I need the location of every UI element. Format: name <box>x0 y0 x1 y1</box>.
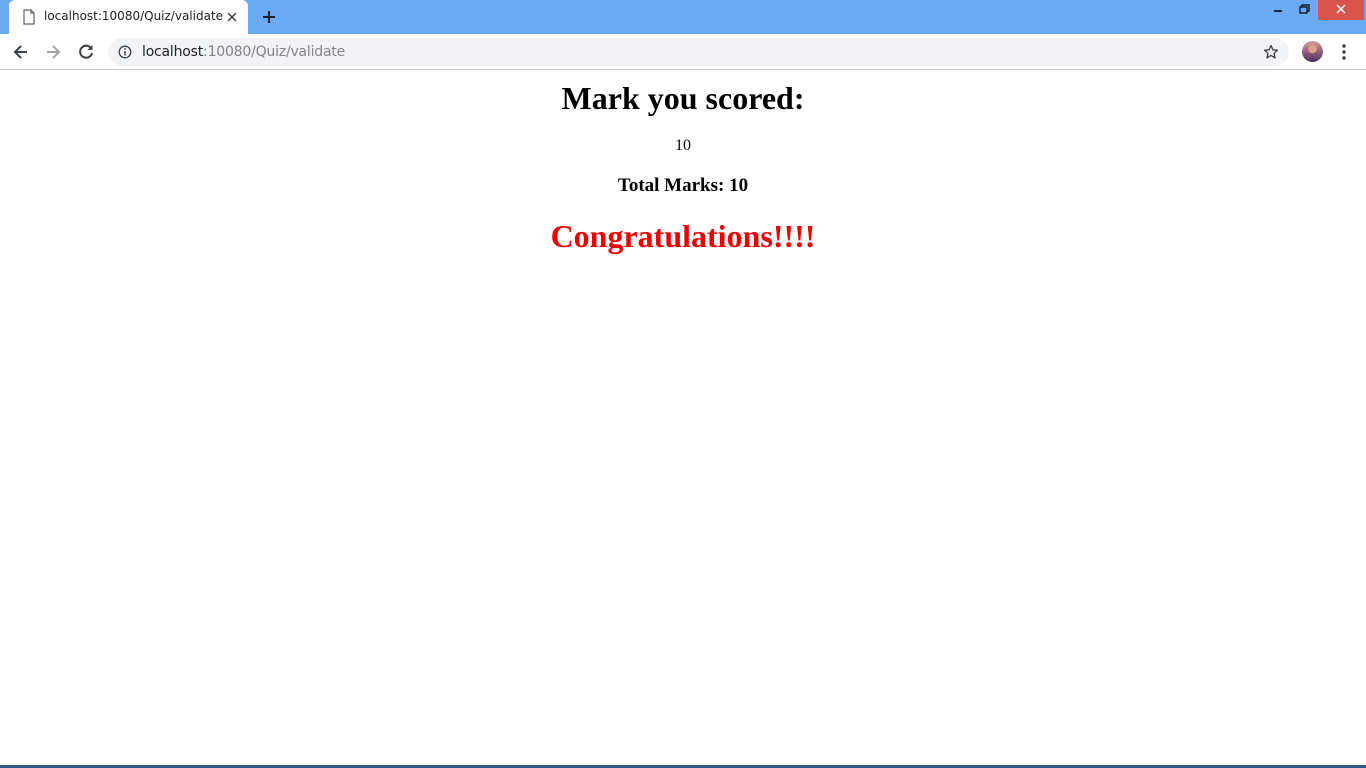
close-window-button[interactable] <box>1318 0 1364 20</box>
minimize-window-button[interactable] <box>1266 0 1290 20</box>
forward-button[interactable] <box>43 42 63 62</box>
score-value: 10 <box>0 137 1366 155</box>
close-icon[interactable] <box>225 10 239 24</box>
url-path: :10080/Quiz/validate <box>203 44 345 60</box>
address-bar[interactable]: localhost:10080/Quiz/validate <box>108 38 1289 66</box>
browser-title-bar: localhost:10080/Quiz/validate <box>0 0 1366 34</box>
total-marks: Total Marks: 10 <box>0 175 1366 197</box>
url-host: localhost <box>142 44 203 60</box>
info-icon[interactable] <box>118 45 132 59</box>
congratulations-message: Congratulations!!!! <box>0 217 1366 255</box>
restore-window-button[interactable] <box>1292 0 1316 20</box>
browser-tab[interactable]: localhost:10080/Quiz/validate <box>9 0 248 34</box>
reload-button[interactable] <box>76 42 96 62</box>
new-tab-button[interactable] <box>259 7 279 27</box>
page-content: Mark you scored: 10 Total Marks: 10 Cong… <box>0 71 1366 768</box>
star-icon[interactable] <box>1263 44 1279 60</box>
back-button[interactable] <box>11 42 31 62</box>
page-icon <box>22 9 36 25</box>
tab-title: localhost:10080/Quiz/validate <box>44 9 223 23</box>
kebab-menu-icon[interactable] <box>1336 42 1352 62</box>
browser-toolbar: localhost:10080/Quiz/validate <box>0 34 1366 70</box>
address-url[interactable]: localhost:10080/Quiz/validate <box>142 44 345 60</box>
profile-avatar[interactable] <box>1302 41 1323 62</box>
page-heading: Mark you scored: <box>0 79 1366 117</box>
